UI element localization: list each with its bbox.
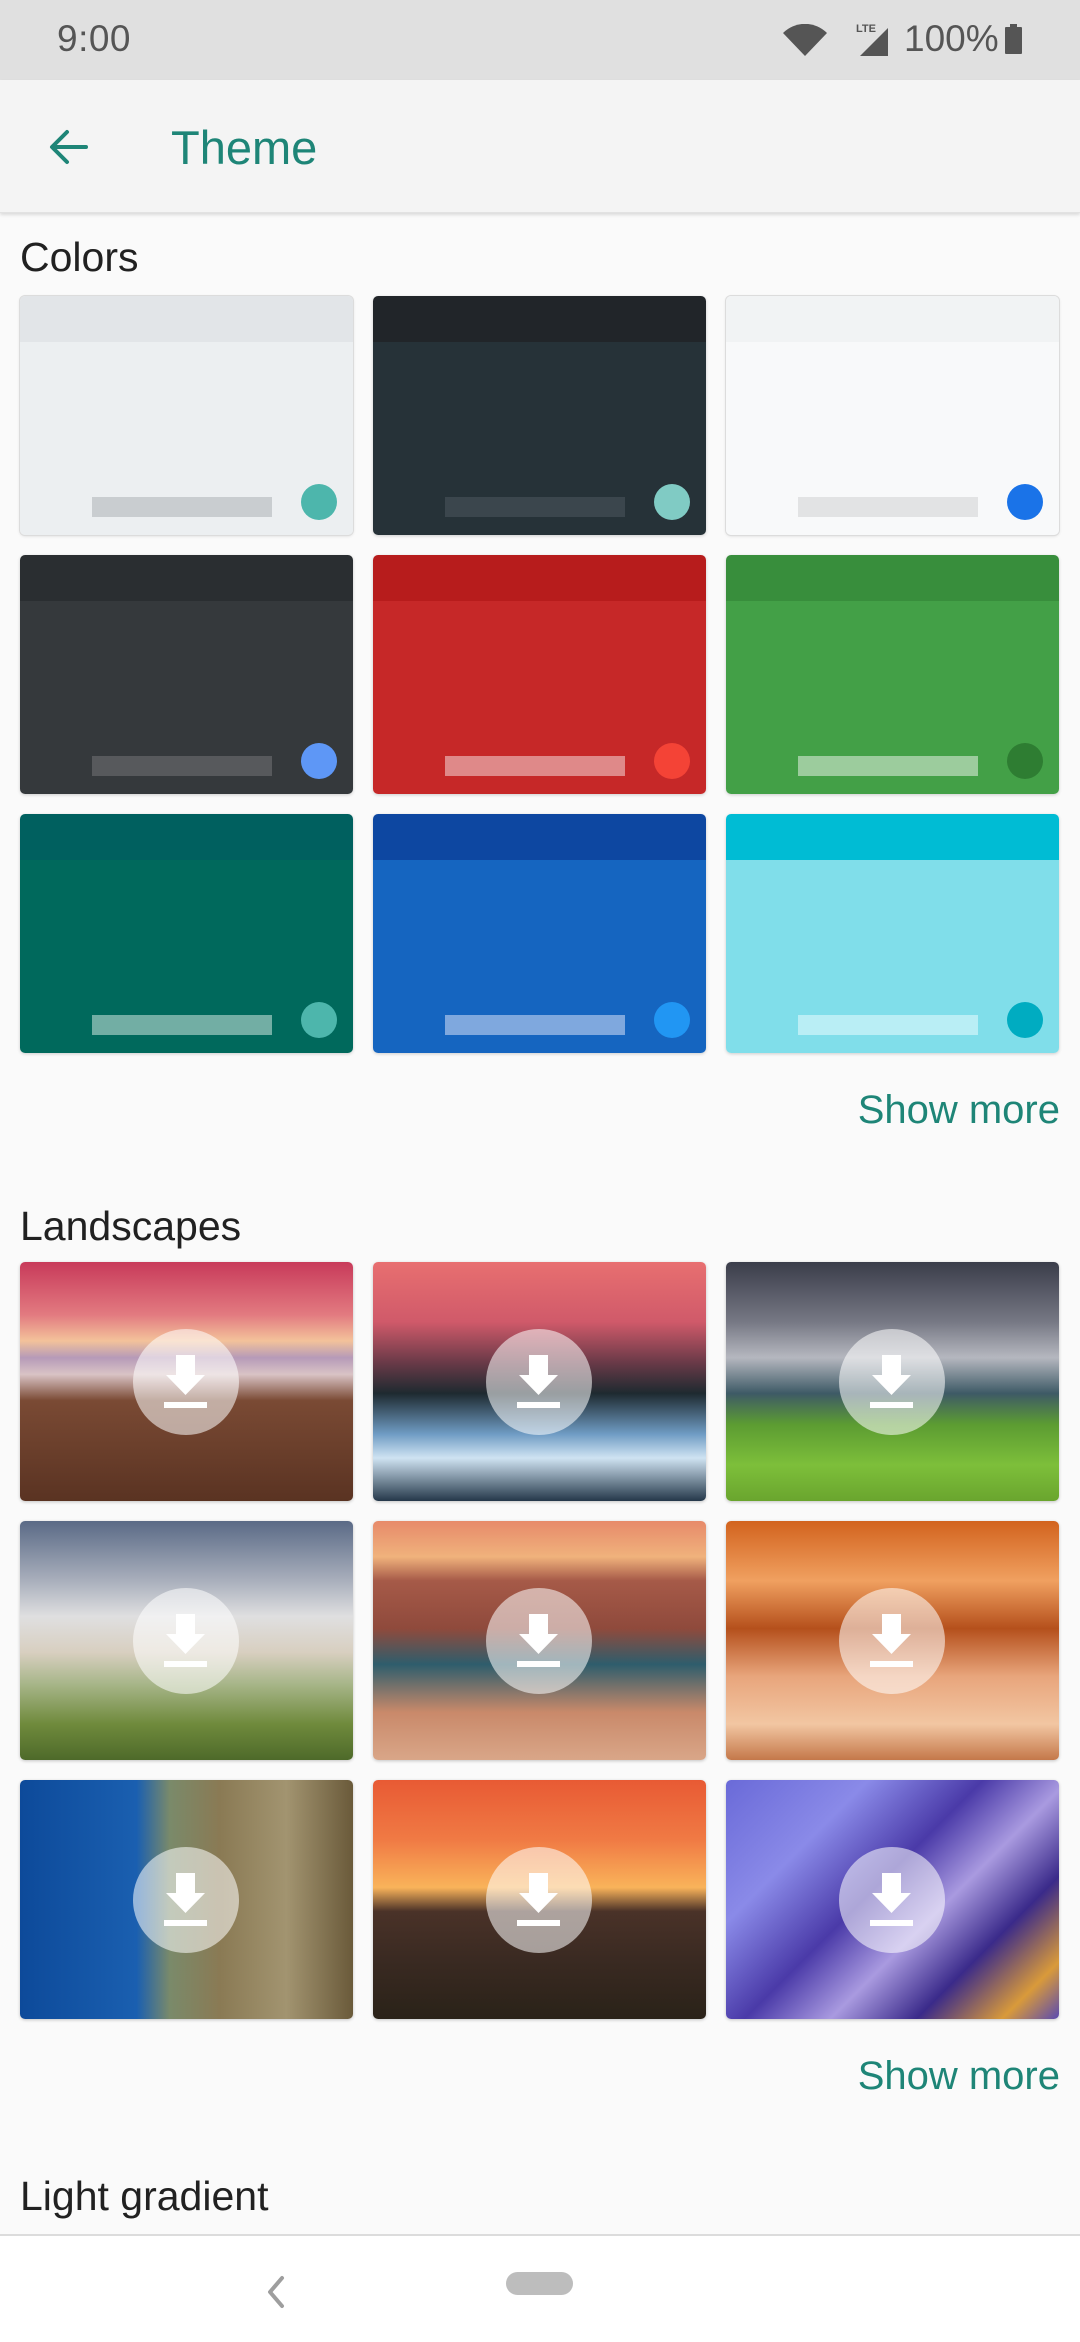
section-title-light-gradient: Light gradient — [20, 2173, 269, 2219]
color-theme-card[interactable] — [726, 555, 1059, 794]
status-time: 9:00 — [57, 18, 132, 59]
landscapes-show-more-button[interactable]: Show more — [858, 2054, 1060, 2099]
preview-top-strip — [726, 814, 1059, 860]
preview-top-strip — [20, 555, 353, 601]
download-button[interactable] — [133, 1329, 239, 1435]
battery-icon — [1005, 24, 1022, 54]
landscape-theme-tile[interactable] — [726, 1521, 1059, 1760]
download-icon — [517, 1355, 560, 1408]
landscape-theme-tile[interactable] — [373, 1780, 706, 2019]
app-bar — [0, 80, 1080, 213]
preview-bar — [92, 497, 272, 517]
lte-label: LTE — [856, 23, 876, 35]
color-theme-card[interactable] — [373, 555, 706, 794]
colors-show-more-button[interactable]: Show more — [858, 1088, 1060, 1133]
preview-bar — [445, 756, 625, 776]
download-icon — [870, 1614, 913, 1667]
download-button[interactable] — [486, 1329, 592, 1435]
preview-bar — [798, 756, 978, 776]
preview-accent-dot — [301, 484, 337, 520]
download-icon — [870, 1873, 913, 1926]
preview-top-strip — [373, 814, 706, 860]
landscape-theme-tile[interactable] — [20, 1521, 353, 1760]
download-icon — [517, 1614, 560, 1667]
arrow-back-icon — [50, 130, 88, 164]
landscape-theme-tile[interactable] — [20, 1780, 353, 2019]
download-icon — [164, 1614, 207, 1667]
download-button[interactable] — [839, 1329, 945, 1435]
preview-bar — [798, 497, 978, 517]
nav-back-icon[interactable] — [255, 2268, 295, 2316]
download-icon — [164, 1873, 207, 1926]
color-theme-card[interactable] — [726, 296, 1059, 535]
download-button[interactable] — [486, 1588, 592, 1694]
color-theme-card[interactable] — [726, 814, 1059, 1053]
preview-bar — [445, 497, 625, 517]
preview-accent-dot — [654, 743, 690, 779]
preview-accent-dot — [301, 1002, 337, 1038]
preview-accent-dot — [301, 743, 337, 779]
download-icon — [164, 1355, 207, 1408]
preview-top-strip — [373, 555, 706, 601]
preview-top-strip — [373, 296, 706, 342]
preview-top-strip — [726, 555, 1059, 601]
color-theme-card[interactable] — [20, 814, 353, 1053]
download-button[interactable] — [133, 1847, 239, 1953]
color-theme-card[interactable] — [20, 296, 353, 535]
preview-top-strip — [20, 814, 353, 860]
back-button[interactable] — [30, 112, 106, 182]
wifi-icon — [783, 24, 827, 56]
color-theme-card[interactable] — [373, 814, 706, 1053]
preview-bar — [92, 756, 272, 776]
landscape-theme-tile[interactable] — [373, 1262, 706, 1501]
preview-accent-dot — [1007, 1002, 1043, 1038]
download-button[interactable] — [839, 1847, 945, 1953]
preview-top-strip — [726, 296, 1059, 342]
landscape-theme-tile[interactable] — [726, 1780, 1059, 2019]
landscape-theme-tile[interactable] — [20, 1262, 353, 1501]
download-icon — [517, 1873, 560, 1926]
preview-accent-dot — [654, 484, 690, 520]
section-title-landscapes: Landscapes — [20, 1203, 242, 1249]
section-title-colors: Colors — [20, 234, 139, 280]
download-icon — [870, 1355, 913, 1408]
signal-lte-icon: LTE — [856, 23, 888, 56]
preview-accent-dot — [654, 1002, 690, 1038]
download-button[interactable] — [486, 1847, 592, 1953]
battery-percent: 100% — [904, 18, 999, 59]
preview-bar — [92, 1015, 272, 1035]
download-button[interactable] — [133, 1588, 239, 1694]
home-pill-icon[interactable] — [506, 2272, 573, 2295]
download-button[interactable] — [839, 1588, 945, 1694]
preview-bar — [798, 1015, 978, 1035]
color-theme-card[interactable] — [20, 555, 353, 794]
preview-accent-dot — [1007, 743, 1043, 779]
preview-bar — [445, 1015, 625, 1035]
preview-accent-dot — [1007, 484, 1043, 520]
landscape-theme-tile[interactable] — [726, 1262, 1059, 1501]
preview-top-strip — [20, 296, 353, 342]
color-theme-card[interactable] — [373, 296, 706, 535]
landscape-theme-tile[interactable] — [373, 1521, 706, 1760]
page-title: Theme — [171, 121, 318, 174]
